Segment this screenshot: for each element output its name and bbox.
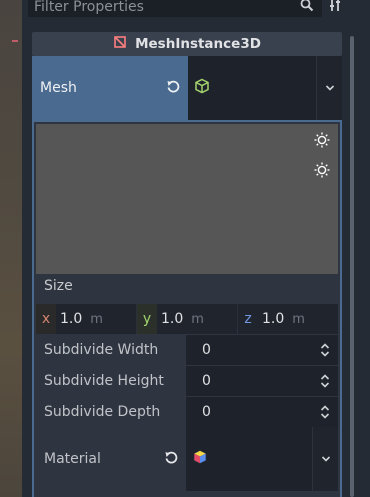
scroll-thumb[interactable] [350,36,354,497]
size-y-value: 1.0 [161,311,184,327]
mesh-property: Mesh [32,56,342,120]
material-label: Material [44,451,101,467]
filter-placeholder: Filter Properties [34,0,144,15]
size-label: Size [44,278,73,294]
light-icon[interactable] [314,162,330,182]
subdivide-height-property: Subdivide Height 0 [36,366,338,396]
size-x-value: 1.0 [60,311,83,327]
spinner-arrows-icon[interactable] [320,404,330,424]
search-icon[interactable] [300,0,314,16]
mesh-dropdown-button[interactable] [316,56,342,120]
size-y-unit: m [191,311,204,327]
size-y-field[interactable]: y 1.0 m [137,304,238,334]
spinner-arrows-icon[interactable] [320,373,330,393]
chevron-down-icon [321,451,331,467]
light-icon[interactable] [314,132,330,152]
size-vector-editor: x 1.0 m y 1.0 m z 1.0 m [36,304,338,334]
revert-icon[interactable] [164,450,178,468]
filter-bar: Filter Properties [28,0,348,20]
subdivide-depth-value: 0 [202,404,211,420]
spinner-arrows-icon[interactable] [320,342,330,362]
size-z-field[interactable]: z 1.0 m [238,304,338,334]
mesh-preview [36,124,338,274]
revert-icon[interactable] [166,79,180,97]
tools-icon [328,0,342,16]
box-mesh-icon [194,78,210,98]
node-type-label: MeshInstance3D [135,36,261,52]
subdivide-depth-property: Subdivide Depth 0 [36,397,338,427]
mesh-property-label: Mesh [32,56,188,120]
mesh-instance-icon [113,35,127,53]
material-resource-picker[interactable] [186,427,338,491]
size-x-unit: m [90,311,103,327]
filter-properties-input[interactable]: Filter Properties [28,0,322,17]
subdivide-width-spinbox[interactable]: 0 [186,335,338,365]
material-property: Material [36,427,338,491]
subdivide-depth-label: Subdivide Depth [44,404,161,420]
material-property-label: Material [36,427,186,491]
subdivide-width-property: Subdivide Width 0 [36,335,338,365]
viewport-mark [12,40,18,42]
inspector-panel: Filter Properties MeshInstance3D Mesh Si… [22,0,370,497]
mesh-label: Mesh [40,80,77,96]
subdivide-height-value: 0 [202,373,211,389]
size-z-unit: m [292,311,305,327]
material-icon [192,449,208,469]
size-z-value: 1.0 [262,311,285,327]
subdivide-depth-spinbox[interactable]: 0 [186,397,338,427]
axis-x-letter: x [36,304,56,334]
subdivide-width-value: 0 [202,342,211,358]
material-dropdown-button[interactable] [312,427,338,491]
chevron-down-icon [325,80,335,96]
node-type-header: MeshInstance3D [32,32,342,56]
subdivide-height-label: Subdivide Height [44,373,164,389]
subdivide-height-spinbox[interactable]: 0 [186,366,338,396]
viewport-edge [0,0,22,497]
mesh-subresource-panel: Size x 1.0 m y 1.0 m z 1.0 m Subdivide W… [32,120,342,497]
axis-z-letter: z [244,311,252,327]
tools-button[interactable] [322,0,348,17]
subdivide-width-label: Subdivide Width [44,342,159,358]
axis-y-letter: y [137,304,157,334]
inspector-scrollbar[interactable] [350,36,354,497]
mesh-resource-picker[interactable] [188,56,342,120]
size-x-field[interactable]: x 1.0 m [36,304,137,334]
